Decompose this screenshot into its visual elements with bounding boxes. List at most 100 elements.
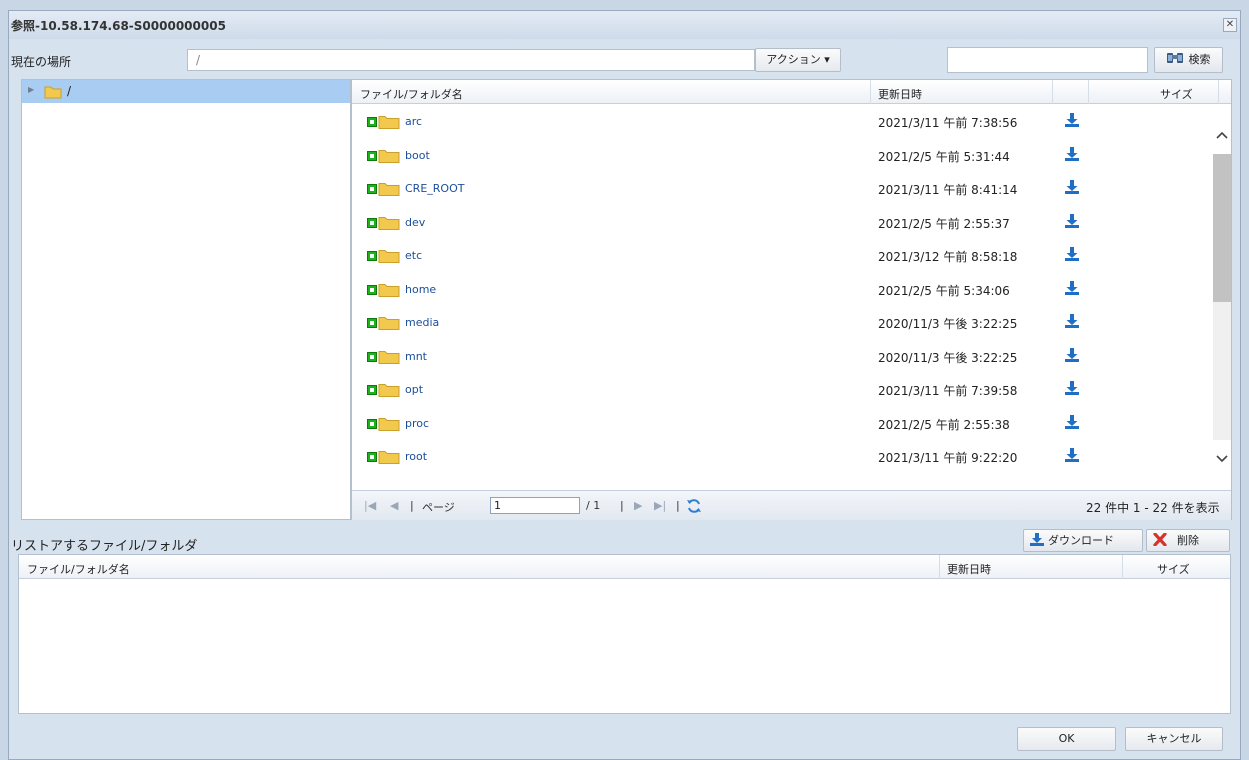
expand-arrow-icon[interactable]: ▶ [28,85,34,94]
file-name-link[interactable]: home [405,283,436,296]
file-row[interactable]: opt 2021/3/11 午前 7:39:58 [352,372,1209,406]
folder-status-icon [367,417,400,431]
refresh-icon[interactable] [686,498,702,514]
column-divider [1052,80,1053,104]
file-date: 2021/2/5 午前 5:34:06 [878,283,1010,298]
first-page-icon[interactable]: |◀ [364,499,376,512]
column-header-name[interactable]: ファイル/フォルダ名 [360,86,463,102]
file-date: 2021/3/11 午前 7:39:58 [878,384,1018,398]
file-name-link[interactable]: dev [405,216,425,229]
download-icon[interactable] [1064,414,1080,430]
ok-button[interactable]: OK [1017,727,1116,751]
file-name-link[interactable]: mnt [405,350,427,363]
file-row[interactable]: etc 2021/3/12 午前 8:58:18 [352,238,1209,272]
folder-tree: ▶ / [21,79,351,520]
delete-x-icon [1153,532,1167,547]
file-row[interactable]: arc 2021/3/11 午前 7:38:56 [352,104,1209,138]
download-icon[interactable] [1064,146,1080,162]
file-list-body: arc 2021/3/11 午前 7:38:56 boot 2021/2/5 午前 5… [352,104,1209,490]
page-number-input[interactable]: 1 [490,497,580,514]
file-row[interactable]: proc 2021/2/5 午前 2:55:38 [352,406,1209,440]
file-date: 2021/2/5 午前 5:31:44 [878,149,1010,164]
column-header-size[interactable]: サイズ [1160,86,1193,102]
tree-item-root[interactable]: ▶ / [22,80,350,103]
column-divider [1088,80,1089,104]
download-icon[interactable] [1064,280,1080,296]
column-divider [1218,80,1219,104]
file-name-link[interactable]: CRE_ROOT [405,182,464,195]
column-divider [1122,555,1123,579]
file-date: 2020/11/3 午後 3:22:25 [878,317,1018,331]
download-button[interactable]: ダウンロード [1023,529,1143,552]
folder-status-icon [367,250,400,263]
folder-status-icon [367,384,400,397]
column-divider [939,555,940,579]
title-bar: 参照-10.58.174.68-S0000000005 ✕ [9,11,1240,39]
download-icon[interactable] [1064,448,1080,463]
search-button[interactable]: 検索 [1154,47,1223,73]
binoculars-icon [1166,53,1183,63]
download-icon [1030,533,1044,546]
download-icon[interactable] [1064,381,1080,396]
page-divider: | [410,499,414,512]
file-name-link[interactable]: proc [405,417,429,430]
folder-status-icon [367,216,400,230]
file-date: 2020/11/3 午後 3:22:25 [878,350,1018,365]
close-button[interactable]: ✕ [1223,18,1237,32]
chevron-up-icon [1216,131,1228,139]
page-label: ページ [422,501,455,514]
file-name-link[interactable]: opt [405,383,423,396]
file-row[interactable]: mnt 2020/11/3 午後 3:22:25 [352,339,1209,373]
file-name-link[interactable]: boot [405,149,430,162]
folder-status-icon [367,350,400,364]
file-row[interactable]: dev 2021/2/5 午前 2:55:37 [352,205,1209,239]
column-divider [870,80,871,104]
scroll-thumb[interactable] [1213,154,1231,302]
download-icon[interactable] [1064,347,1080,363]
action-menu-button[interactable]: アクション ▾ [755,48,841,72]
column-header-date[interactable]: 更新日時 [878,86,922,102]
folder-status-icon [367,317,400,330]
file-date: 2021/2/5 午前 2:55:38 [878,417,1010,432]
next-page-icon[interactable]: ▶ [634,499,642,512]
restore-list-panel: ファイル/フォルダ名 更新日時 サイズ [18,554,1231,714]
dialog-title: 参照-10.58.174.68-S0000000005 [11,19,226,33]
pagination-bar: |◀ ◀ | ページ 1 / 1 | ▶ ▶| | 22 件中 1 - 22 件… [352,490,1231,520]
restore-column-date[interactable]: 更新日時 [947,561,991,577]
browse-dialog: 参照-10.58.174.68-S0000000005 ✕ 現在の場所 / アク… [8,10,1241,760]
file-name-link[interactable]: media [405,316,439,329]
file-name-link[interactable]: arc [405,115,422,128]
cancel-button[interactable]: キャンセル [1125,727,1223,751]
file-row[interactable]: home 2021/2/5 午前 5:34:06 [352,272,1209,306]
restore-list-header: ファイル/フォルダ名 更新日時 サイズ [19,555,1230,579]
file-row[interactable]: media 2020/11/3 午後 3:22:25 [352,305,1209,339]
restore-column-name[interactable]: ファイル/フォルダ名 [27,561,130,577]
location-field[interactable]: / [187,49,755,71]
file-row[interactable]: root 2021/3/11 午前 9:22:20 [352,439,1209,473]
vertical-scrollbar[interactable] [1213,104,1231,490]
delete-button[interactable]: 削除 [1146,529,1230,552]
download-icon[interactable] [1064,247,1080,262]
folder-icon [44,86,62,99]
download-icon[interactable] [1064,314,1080,329]
prev-page-icon[interactable]: ◀ [390,499,398,512]
file-name-link[interactable]: root [405,450,427,463]
scroll-up-button[interactable] [1213,104,1231,154]
file-name-link[interactable]: etc [405,249,422,262]
folder-status-icon [367,183,400,196]
folder-status-icon [367,451,400,464]
download-icon[interactable] [1064,213,1080,229]
download-icon[interactable] [1064,180,1080,195]
file-row[interactable]: boot 2021/2/5 午前 5:31:44 [352,138,1209,172]
file-row[interactable]: CRE_ROOT 2021/3/11 午前 8:41:14 [352,171,1209,205]
last-page-icon[interactable]: ▶| [654,499,666,512]
scroll-down-button[interactable] [1213,440,1231,490]
search-input[interactable] [947,47,1148,73]
restore-column-size[interactable]: サイズ [1157,561,1190,577]
download-icon[interactable] [1064,113,1080,128]
download-button-label: ダウンロード [1048,534,1114,547]
file-date: 2021/3/11 午前 7:38:56 [878,116,1018,130]
file-list-panel: ファイル/フォルダ名 更新日時 サイズ arc 2021/3/11 午前 7:38… [351,79,1232,520]
chevron-down-icon [1216,455,1228,463]
file-date: 2021/2/5 午前 2:55:37 [878,216,1010,231]
